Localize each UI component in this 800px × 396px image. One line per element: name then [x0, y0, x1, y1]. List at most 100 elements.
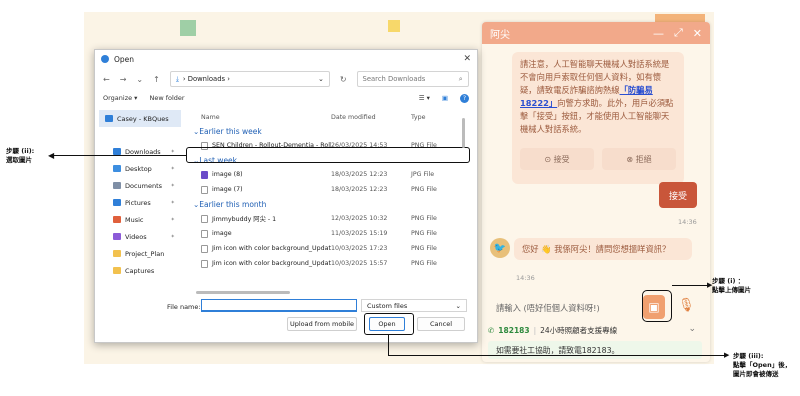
file-list: Name Date modified Type ⌄ Earlier this w…	[191, 110, 465, 290]
file-row[interactable]: Jim icon with color background_Updated 10…	[191, 256, 465, 271]
pin-icon: ✦	[170, 233, 175, 240]
file-date: 18/03/2025 12:23	[331, 171, 388, 178]
file-name: Jimmybuddy 阿尖 - 1	[212, 216, 277, 223]
reject-pill-button[interactable]: ⊗ 拒絕	[602, 148, 676, 170]
search-field[interactable]: Search Downloads ⌕	[356, 71, 469, 87]
file-group-label: Earlier this month	[199, 199, 267, 209]
file-name-cell: image	[191, 229, 331, 238]
dialog-footer: File name: Custom files ⌄ Upload from mo…	[95, 298, 479, 342]
chevron-down-icon[interactable]: ⌄	[688, 324, 696, 334]
file-row[interactable]: image (8) 18/03/2025 12:23 JPG File	[191, 167, 465, 182]
sidebar-item[interactable]: Casey - KBQues	[99, 110, 181, 127]
pin-icon: ✦	[170, 148, 175, 155]
file-date: 10/03/2025 15:57	[331, 260, 388, 267]
history-chevron-icon[interactable]: ⌄	[136, 75, 143, 84]
bot-greeting: 您好 👋 我係阿尖！請問您想搵咩資訊？	[514, 238, 692, 260]
sidebar-item-label: Captures	[125, 266, 155, 275]
dialog-close-icon[interactable]: ✕	[463, 54, 471, 64]
address-chevron-icon[interactable]: ⌄	[318, 75, 324, 83]
vertical-scrollbar[interactable]	[462, 118, 465, 148]
up-arrow-icon[interactable]: ↑	[153, 75, 160, 84]
accept-message-button[interactable]: 接受	[659, 182, 697, 208]
path-segment[interactable]: Downloads	[188, 75, 225, 83]
file-name-cell: Jimmybuddy 阿尖 - 1	[191, 214, 331, 223]
search-placeholder: Search Downloads	[362, 75, 426, 83]
sidebar-item[interactable]: Downloads ✦	[99, 143, 181, 160]
file-type-value: Custom files	[367, 301, 408, 310]
sidebar-item[interactable]: Music ✦	[99, 211, 181, 228]
chat-input[interactable]: 請輸入 (唔好佢個人資料呀!)	[496, 302, 600, 314]
cancel-button[interactable]: Cancel	[417, 317, 465, 331]
expand-icon[interactable]: ⤢	[674, 26, 683, 40]
column-date[interactable]: Date modified	[331, 114, 411, 121]
microphone-icon[interactable]: 🎙	[678, 298, 695, 313]
sidebar-item[interactable]: Videos ✦	[99, 228, 181, 245]
file-group-label: Earlier this week	[199, 126, 262, 136]
address-bar[interactable]: ⤓ › Downloads › ⌄	[169, 71, 330, 87]
sidebar-item[interactable]: Project_Plan	[99, 245, 181, 262]
file-row[interactable]: image 11/03/2025 15:19 PNG File	[191, 226, 465, 241]
file-name-input[interactable]	[201, 299, 357, 312]
file-name-cell: image (7)	[191, 185, 331, 194]
file-icon	[201, 214, 208, 223]
step3-line2: 點擊「Open」後，	[733, 361, 792, 369]
pin-icon: ✦	[170, 216, 175, 223]
sidebar-item[interactable]: Captures	[99, 262, 181, 279]
column-type[interactable]: Type	[411, 114, 461, 121]
accept-pill-button[interactable]: ⊙ 接受	[520, 148, 594, 170]
file-row[interactable]: Jim icon with color background_Updated..…	[191, 241, 465, 256]
preview-pane-icon[interactable]: ▣	[442, 94, 448, 102]
selected-file-highlight-box	[186, 147, 470, 163]
file-group-header[interactable]: ⌄ Earlier this week	[191, 124, 465, 138]
message-time: 14:36	[678, 218, 697, 226]
horizontal-scrollbar[interactable]	[196, 291, 290, 294]
forward-arrow-icon[interactable]: →	[120, 75, 127, 84]
sidebar-item-label: Project_Plan	[125, 249, 165, 258]
file-group-header[interactable]: ⌄ Earlier this month	[191, 197, 465, 211]
chat-header: 阿尖 — ⤢ ✕	[482, 22, 710, 44]
file-type-select[interactable]: Custom files ⌄	[361, 299, 467, 312]
sidebar-item-label: Music	[125, 215, 144, 224]
upload-highlight-box	[642, 290, 672, 322]
sidebar-item[interactable]: Desktop ✦	[99, 160, 181, 177]
step3-arrow-vertical	[388, 335, 389, 355]
new-folder-button[interactable]: New folder	[149, 94, 184, 102]
dialog-toolbar: Organize ▾ New folder ☰ ▾ ▣ ?	[95, 90, 477, 106]
decor-block-green	[180, 20, 196, 36]
search-icon: ⌕	[458, 74, 463, 83]
cloud-icon	[105, 115, 113, 122]
organize-button[interactable]: Organize ▾	[103, 94, 137, 102]
step2-annotation: 步驟 (ii): 選取圖片	[6, 147, 34, 165]
navigation-pane: Casey - KBQues Downloads ✦ Desktop ✦ Document…	[99, 110, 181, 290]
sidebar-item-label: Videos	[125, 232, 147, 241]
social-worker-notice: 如需要社工協助，請致電182183。	[488, 341, 702, 359]
back-arrow-icon[interactable]: ←	[103, 75, 110, 84]
column-name[interactable]: Name	[191, 114, 331, 121]
help-icon[interactable]: ?	[460, 93, 469, 103]
step3-arrowhead-icon: ▶	[724, 351, 730, 359]
dialog-titlebar: Open ✕	[95, 50, 477, 68]
close-icon[interactable]: ✕	[693, 27, 702, 40]
path-chevron: ›	[225, 75, 230, 83]
file-type: PNG File	[411, 186, 437, 193]
view-options-icon[interactable]: ☰ ▾	[419, 94, 430, 102]
step3-annotation: 步驟 (iii): 點擊「Open」後， 圖片即會被傳送	[733, 352, 791, 379]
sidebar-item[interactable]: Documents ✦	[99, 177, 181, 194]
step2-line2: 選取圖片	[6, 156, 32, 164]
file-date: 10/03/2025 17:23	[331, 245, 388, 252]
upload-from-mobile-button[interactable]: Upload from mobile	[287, 317, 357, 331]
file-row[interactable]: Jimmybuddy 阿尖 - 1 12/03/2025 10:32 PNG Fil…	[191, 211, 465, 226]
file-name: image	[212, 230, 232, 237]
file-date: 12/03/2025 10:32	[331, 215, 388, 222]
accept-pill-label: 接受	[553, 154, 570, 164]
sidebar-item-label: Desktop	[125, 164, 152, 173]
refresh-icon[interactable]: ↻	[340, 75, 347, 84]
file-icon	[201, 185, 208, 194]
image-icon	[201, 170, 208, 179]
minimize-icon[interactable]: —	[653, 27, 664, 40]
step3-line3: 圖片即會被傳送	[733, 370, 779, 378]
pin-icon: ✦	[170, 165, 175, 172]
file-row[interactable]: image (7) 18/03/2025 12:23 PNG File	[191, 182, 465, 197]
sidebar-item[interactable]: Pictures ✦	[99, 194, 181, 211]
bot-avatar-icon: 🐦	[490, 238, 510, 258]
